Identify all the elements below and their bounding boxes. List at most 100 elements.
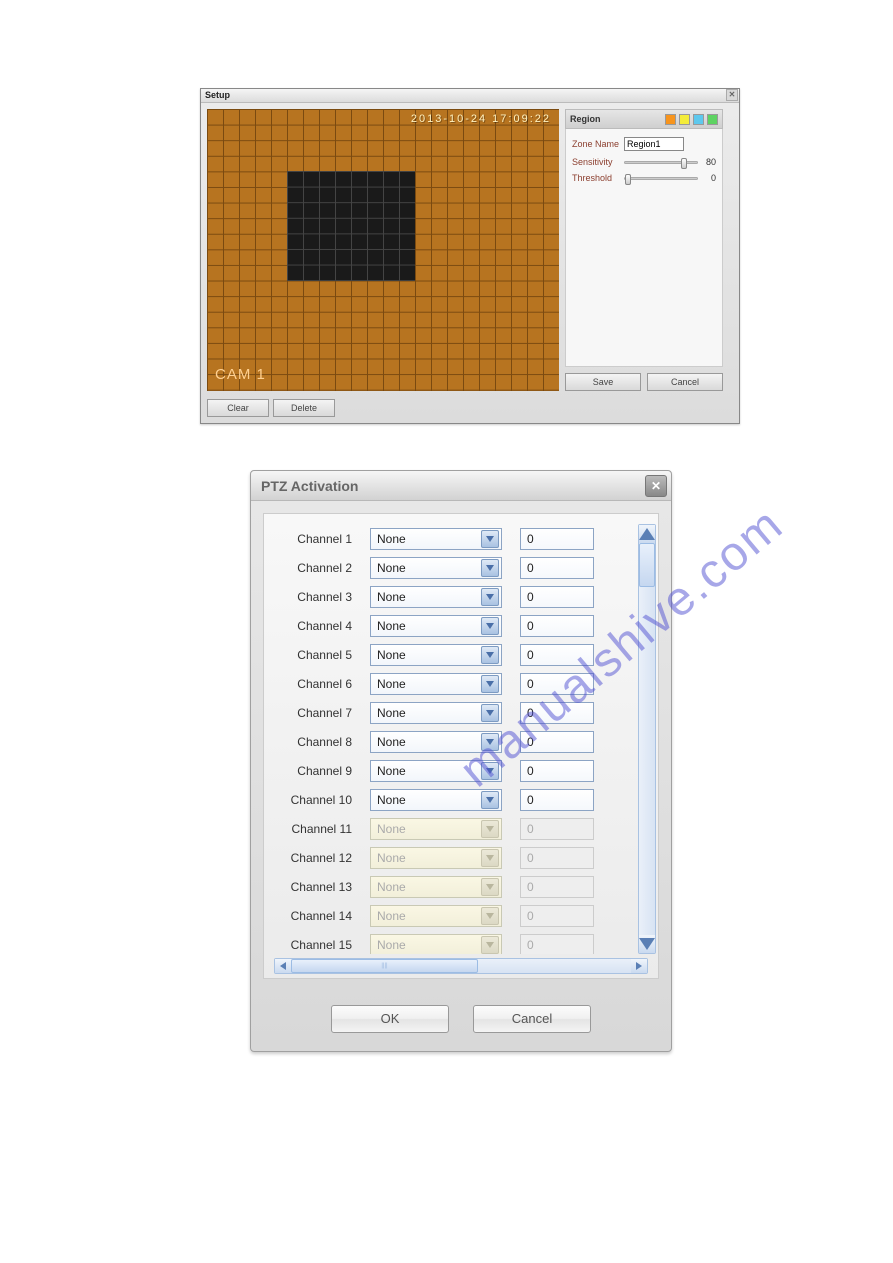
chevron-down-icon[interactable] <box>481 646 499 664</box>
region-swatch-yellow[interactable] <box>679 114 690 125</box>
channel-label: Channel 10 <box>274 793 352 807</box>
channel-option-select: None <box>370 818 502 840</box>
setup-titlebar[interactable]: Setup ✕ <box>201 89 739 103</box>
selected-region[interactable] <box>287 171 415 281</box>
ptz-row: Channel 14None0 <box>274 901 648 930</box>
select-value: None <box>377 735 406 749</box>
ptz-titlebar[interactable]: PTZ Activation ✕ <box>251 471 671 501</box>
ptz-row: Channel 4None0 <box>274 611 648 640</box>
vertical-scrollbar[interactable] <box>638 524 656 954</box>
channel-option-select: None <box>370 876 502 898</box>
channel-label: Channel 8 <box>274 735 352 749</box>
ptz-row: Channel 12None0 <box>274 843 648 872</box>
chevron-down-icon[interactable] <box>481 791 499 809</box>
region-swatch-orange[interactable] <box>665 114 676 125</box>
channel-value-input[interactable]: 0 <box>520 586 594 608</box>
region-header-label: Region <box>570 114 601 124</box>
select-value: None <box>377 793 406 807</box>
slider-thumb-icon[interactable] <box>625 174 631 185</box>
channel-option-select[interactable]: None <box>370 528 502 550</box>
scroll-track[interactable]: |||| <box>291 959 631 973</box>
ptz-row: Channel 10 None 0 <box>274 785 648 814</box>
cancel-button[interactable]: Cancel <box>473 1005 591 1033</box>
channel-label: Channel 14 <box>274 909 352 923</box>
channel-value-input: 0 <box>520 876 594 898</box>
cancel-button[interactable]: Cancel <box>647 373 723 391</box>
clear-button[interactable]: Clear <box>207 399 269 417</box>
channel-option-select[interactable]: None <box>370 760 502 782</box>
channel-value-input[interactable]: 0 <box>520 702 594 724</box>
ptz-row: Channel 3None0 <box>274 582 648 611</box>
channel-label: Channel 7 <box>274 706 352 720</box>
ptz-row: Channel 13None0 <box>274 872 648 901</box>
select-value: None <box>377 851 406 865</box>
channel-value-input[interactable]: 0 <box>520 528 594 550</box>
save-button[interactable]: Save <box>565 373 641 391</box>
sensitivity-slider[interactable] <box>624 161 698 164</box>
close-icon[interactable]: ✕ <box>726 89 738 101</box>
close-icon[interactable]: ✕ <box>645 475 667 497</box>
scroll-thumb[interactable] <box>639 543 655 587</box>
region-swatch-green[interactable] <box>707 114 718 125</box>
ptz-row: Channel 7 None 0 <box>274 698 648 727</box>
threshold-label: Threshold <box>572 173 620 183</box>
channel-option-select[interactable]: None <box>370 615 502 637</box>
channel-option-select[interactable]: None <box>370 557 502 579</box>
channel-value-input[interactable]: 0 <box>520 789 594 811</box>
chevron-down-icon[interactable] <box>481 675 499 693</box>
channel-option-select: None <box>370 934 502 955</box>
chevron-down-icon <box>481 907 499 925</box>
zone-name-input[interactable] <box>624 137 684 151</box>
channel-option-select[interactable]: None <box>370 673 502 695</box>
setup-dialog: Setup ✕ 2013-10-24 17:09:22 CAM 1 Region <box>200 88 740 424</box>
chevron-down-icon[interactable] <box>481 762 499 780</box>
chevron-down-icon <box>481 936 499 954</box>
channel-label: Channel 1 <box>274 532 352 546</box>
region-panel: Region Zone Name Sensitivity <box>565 109 723 391</box>
sensitivity-label: Sensitivity <box>572 157 620 167</box>
channel-option-select[interactable]: None <box>370 702 502 724</box>
channel-value-input[interactable]: 0 <box>520 731 594 753</box>
scroll-track[interactable] <box>639 543 655 935</box>
chevron-down-icon[interactable] <box>481 530 499 548</box>
chevron-down-icon[interactable] <box>481 559 499 577</box>
threshold-value: 0 <box>702 173 716 183</box>
ptz-row: Channel 11None0 <box>274 814 648 843</box>
channel-option-select[interactable]: None <box>370 644 502 666</box>
ok-button[interactable]: OK <box>331 1005 449 1033</box>
channel-label: Channel 6 <box>274 677 352 691</box>
channel-option-select[interactable]: None <box>370 731 502 753</box>
channel-value-input[interactable]: 0 <box>520 760 594 782</box>
channel-value-input[interactable]: 0 <box>520 644 594 666</box>
sensitivity-value: 80 <box>702 157 716 167</box>
motion-grid[interactable]: 2013-10-24 17:09:22 CAM 1 <box>207 109 559 391</box>
threshold-slider[interactable] <box>624 177 698 180</box>
channel-label: Channel 2 <box>274 561 352 575</box>
region-swatch-blue[interactable] <box>693 114 704 125</box>
channel-label: Channel 11 <box>274 822 352 836</box>
channel-option-select: None <box>370 847 502 869</box>
ptz-title: PTZ Activation <box>261 478 359 494</box>
slider-thumb-icon[interactable] <box>681 158 687 169</box>
chevron-down-icon[interactable] <box>481 704 499 722</box>
channel-option-select[interactable]: None <box>370 586 502 608</box>
select-value: None <box>377 619 406 633</box>
channel-value-input[interactable]: 0 <box>520 557 594 579</box>
delete-button[interactable]: Delete <box>273 399 335 417</box>
chevron-down-icon[interactable] <box>481 588 499 606</box>
scroll-down-icon[interactable] <box>639 935 655 953</box>
scroll-thumb[interactable]: |||| <box>291 959 478 973</box>
channel-option-select[interactable]: None <box>370 789 502 811</box>
chevron-down-icon[interactable] <box>481 617 499 635</box>
horizontal-scrollbar[interactable]: |||| <box>274 958 648 974</box>
channel-value-input[interactable]: 0 <box>520 615 594 637</box>
scroll-left-icon[interactable] <box>275 959 291 973</box>
chevron-down-icon[interactable] <box>481 733 499 751</box>
channel-value-input[interactable]: 0 <box>520 673 594 695</box>
ptz-row: Channel 2 None 0 <box>274 553 648 582</box>
ptz-activation-dialog: PTZ Activation ✕ Channel 1None0Channel 2… <box>250 470 672 1052</box>
select-value: None <box>377 590 406 604</box>
scroll-right-icon[interactable] <box>631 959 647 973</box>
chevron-down-icon <box>481 878 499 896</box>
scroll-up-icon[interactable] <box>639 525 655 543</box>
